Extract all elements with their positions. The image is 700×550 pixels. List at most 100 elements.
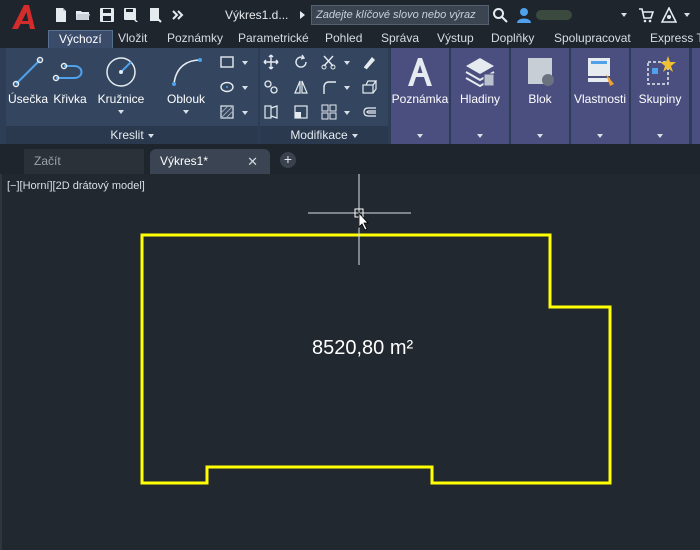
- file-tab-start[interactable]: Začít: [24, 149, 144, 174]
- crosshair-cursor: [308, 174, 411, 265]
- circle-icon: [106, 57, 136, 87]
- file-tab-drawing1[interactable]: Výkres1* ✕: [150, 149, 270, 174]
- modify-panel-title: Modifikace: [290, 128, 348, 142]
- properties-label: Vlastnosti: [573, 92, 627, 106]
- circle-dropdown-icon[interactable]: [118, 110, 124, 114]
- user-icon[interactable]: [515, 6, 533, 24]
- new-tab-plus-icon[interactable]: +: [280, 152, 296, 168]
- cart-icon[interactable]: [637, 6, 655, 24]
- more-icon[interactable]: [168, 6, 188, 24]
- tab-parametricke[interactable]: Parametrické: [228, 30, 319, 48]
- layers-icon: [465, 58, 495, 88]
- ellipse-dropdown-icon[interactable]: [242, 86, 248, 90]
- layers-dropdown-icon[interactable]: [477, 134, 483, 138]
- username-redacted: [536, 10, 572, 20]
- draw-panel-title: Kreslit: [110, 128, 144, 142]
- arc-dropdown-icon[interactable]: [183, 110, 189, 114]
- mirror-icon[interactable]: [292, 78, 310, 96]
- scale-icon[interactable]: [292, 103, 310, 121]
- share-dropdown-icon[interactable]: [684, 13, 690, 17]
- block-button[interactable]: Blok: [511, 48, 569, 144]
- block-dropdown-icon[interactable]: [537, 134, 543, 138]
- tab-sprava[interactable]: Správa: [371, 30, 429, 48]
- line-tool-label: Úsečka: [7, 92, 48, 106]
- hatch-icon[interactable]: [218, 103, 236, 121]
- rectangle-dropdown-icon[interactable]: [242, 61, 248, 65]
- tab-vychozi[interactable]: Výchozí: [48, 30, 113, 48]
- stretch-icon[interactable]: [262, 103, 280, 121]
- drawing-canvas[interactable]: [−][Horní][2D drátový model] 8520,80 m²: [0, 174, 700, 550]
- hatch-dropdown-icon[interactable]: [242, 111, 248, 115]
- search-icon[interactable]: [491, 6, 509, 24]
- modify-panel-footer[interactable]: Modifikace: [260, 126, 388, 144]
- move-icon[interactable]: [262, 53, 280, 71]
- file-tab-start-label: Začít: [34, 154, 61, 168]
- save-icon[interactable]: [97, 6, 117, 24]
- ribbon-overflow-edge: [692, 48, 700, 144]
- tab-pohled[interactable]: Pohled: [315, 30, 372, 48]
- autocad-logo-icon[interactable]: [10, 4, 40, 30]
- trim-dropdown-icon[interactable]: [344, 61, 350, 65]
- polyline-tool-button[interactable]: Křivka: [50, 48, 90, 106]
- properties-icon: [588, 58, 614, 86]
- new-file-icon[interactable]: [51, 6, 71, 24]
- file-tab-drawing1-label: Výkres1*: [160, 154, 209, 168]
- tab-spolupracovat[interactable]: Spolupracovat: [544, 30, 641, 48]
- draw-panel: Úsečka Křivka Kružnice Oblouk Kreslit: [6, 48, 258, 144]
- share-icon[interactable]: [660, 6, 678, 24]
- close-icon[interactable]: ✕: [247, 149, 258, 174]
- layers-button[interactable]: Hladiny: [451, 48, 509, 144]
- line-icon: [12, 56, 44, 88]
- hatch-ellipse-icon[interactable]: [218, 78, 236, 96]
- title-expand-icon[interactable]: [300, 11, 305, 19]
- properties-dropdown-icon[interactable]: [597, 134, 603, 138]
- ribbon-tabs: Výchozí Vložit Poznámky Parametrické Poh…: [0, 30, 700, 48]
- copy-icon[interactable]: [262, 78, 280, 96]
- annotation-button[interactable]: Poznámka: [391, 48, 449, 144]
- rotate-icon[interactable]: [292, 53, 310, 71]
- title-bar: Výkres1.d... Zadejte klíčové slovo nebo …: [0, 0, 700, 30]
- line-tool-button[interactable]: Úsečka: [6, 48, 50, 106]
- draw-panel-expand-icon[interactable]: [147, 133, 154, 138]
- block-icon: [528, 58, 554, 86]
- annotation-dropdown-icon[interactable]: [417, 134, 423, 138]
- block-label: Blok: [528, 92, 552, 106]
- fillet-icon[interactable]: [320, 78, 338, 96]
- file-tabs: Začít Výkres1* ✕ +: [0, 144, 700, 174]
- array-icon[interactable]: [320, 103, 338, 121]
- drawing-svg: [140, 174, 612, 485]
- offset-icon[interactable]: [360, 103, 378, 121]
- arc-tool-label: Oblouk: [166, 92, 206, 106]
- document-title: Výkres1.d...: [225, 8, 289, 22]
- circle-tool-button[interactable]: Kružnice: [94, 48, 148, 114]
- tab-doplnky[interactable]: Doplňky: [481, 30, 544, 48]
- open-folder-icon[interactable]: [73, 6, 93, 24]
- tab-vystup[interactable]: Výstup: [427, 30, 484, 48]
- modify-panel: Modifikace: [260, 48, 388, 144]
- tab-vlozit[interactable]: Vložit: [108, 30, 157, 48]
- account-dropdown-icon[interactable]: [621, 13, 627, 17]
- groups-dropdown-icon[interactable]: [657, 134, 663, 138]
- rectangle-icon[interactable]: [218, 53, 236, 71]
- polyline-icon: [52, 62, 83, 82]
- array-dropdown-icon[interactable]: [344, 111, 350, 115]
- groups-button[interactable]: Skupiny: [631, 48, 689, 144]
- erase-icon[interactable]: [360, 53, 378, 71]
- arc-icon: [172, 58, 202, 86]
- fillet-dropdown-icon[interactable]: [344, 86, 350, 90]
- draw-panel-footer[interactable]: Kreslit: [6, 126, 258, 144]
- arc-tool-button[interactable]: Oblouk: [160, 48, 212, 114]
- modify-panel-expand-icon[interactable]: [351, 133, 358, 138]
- ribbon: Úsečka Křivka Kružnice Oblouk Kreslit Mo…: [0, 48, 700, 144]
- groups-icon: [647, 56, 676, 85]
- save-as-icon[interactable]: [121, 6, 141, 24]
- tab-express-tools[interactable]: Express To: [640, 30, 700, 48]
- trim-icon[interactable]: [320, 53, 338, 71]
- explode-icon[interactable]: [360, 78, 378, 96]
- search-input[interactable]: Zadejte klíčové slovo nebo výraz: [311, 5, 489, 25]
- tab-poznamky[interactable]: Poznámky: [157, 30, 233, 48]
- area-value-text: 8520,80 m²: [312, 337, 414, 359]
- groups-label: Skupiny: [638, 92, 682, 106]
- plot-icon[interactable]: [145, 6, 165, 24]
- properties-button[interactable]: Vlastnosti: [571, 48, 629, 144]
